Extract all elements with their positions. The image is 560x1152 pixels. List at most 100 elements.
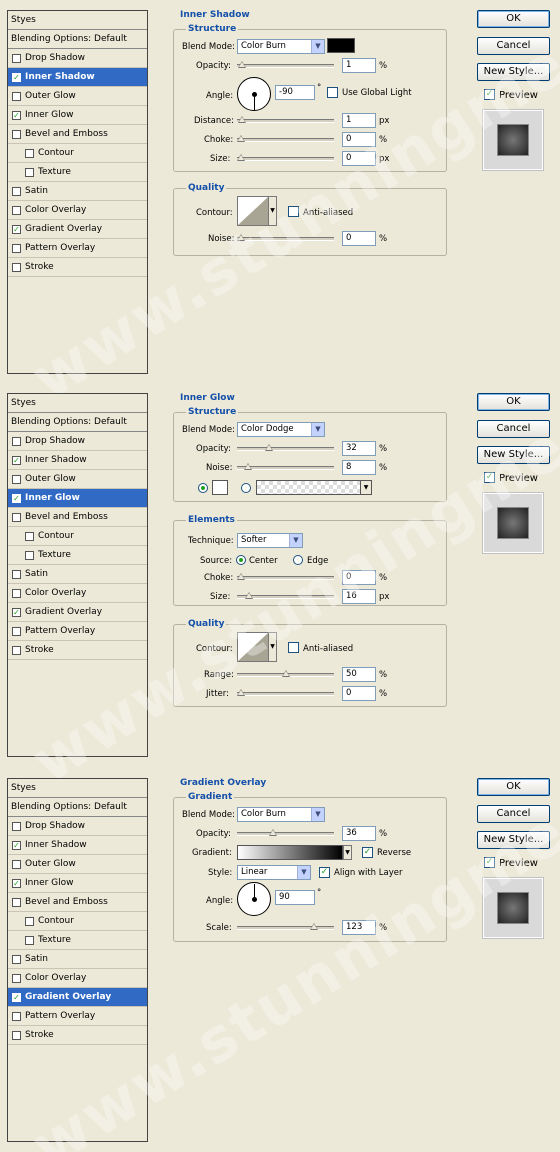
glow-color-swatch[interactable]	[212, 480, 228, 495]
checkbox-checked[interactable]: ✓	[12, 494, 21, 503]
style-item-color-overlay[interactable]: Color Overlay	[8, 969, 147, 988]
checkbox-checked[interactable]: ✓	[12, 841, 21, 850]
checkbox-checked[interactable]: ✓	[12, 608, 21, 617]
opacity-slider[interactable]	[237, 444, 334, 451]
style-item-texture[interactable]: Texture	[8, 163, 147, 182]
scale-slider[interactable]	[237, 923, 334, 930]
preview-checkbox[interactable]: ✓	[484, 857, 495, 868]
noise-input[interactable]: 0	[342, 231, 376, 246]
ok-button[interactable]: OK	[477, 778, 550, 796]
checkbox[interactable]	[12, 244, 21, 253]
style-item-satin[interactable]: Satin	[8, 182, 147, 201]
style-item-gradient-overlay[interactable]: ✓ Gradient Overlay	[8, 603, 147, 622]
distance-slider[interactable]	[237, 116, 334, 123]
chevron-down-icon[interactable]: ▼	[268, 632, 277, 662]
style-item-satin[interactable]: Satin	[8, 565, 147, 584]
slider-thumb[interactable]	[237, 573, 245, 580]
slider-thumb[interactable]	[245, 592, 253, 599]
angle-dial[interactable]	[237, 882, 271, 916]
blend-mode-select[interactable]: Color Burn ▼	[237, 807, 325, 822]
slider-thumb[interactable]	[238, 116, 246, 123]
size-slider[interactable]	[237, 154, 334, 161]
style-item-inner-shadow[interactable]: ✓ Inner Shadow	[8, 68, 147, 87]
style-item-blending-options[interactable]: Blending Options: Default	[8, 30, 147, 49]
source-center-radio[interactable]	[236, 555, 246, 565]
slider-thumb[interactable]	[310, 923, 318, 930]
scale-input[interactable]: 123	[342, 920, 376, 935]
style-item-drop-shadow[interactable]: Drop Shadow	[8, 49, 147, 68]
opacity-input[interactable]: 36	[342, 826, 376, 841]
angle-dial[interactable]	[237, 77, 271, 111]
range-input[interactable]: 50	[342, 667, 376, 682]
checkbox[interactable]	[12, 860, 21, 869]
checkbox[interactable]	[25, 936, 34, 945]
style-item-stroke[interactable]: Stroke	[8, 1026, 147, 1045]
style-item-texture[interactable]: Texture	[8, 546, 147, 565]
checkbox[interactable]	[25, 551, 34, 560]
slider-thumb[interactable]	[269, 829, 277, 836]
preview-checkbox[interactable]: ✓	[484, 472, 495, 483]
jitter-input[interactable]: 0	[342, 686, 376, 701]
angle-input[interactable]: -90	[275, 85, 315, 100]
checkbox[interactable]	[25, 532, 34, 541]
checkbox-checked[interactable]: ✓	[12, 993, 21, 1002]
style-item-pattern-overlay[interactable]: Pattern Overlay	[8, 1007, 147, 1026]
style-item-bevel-emboss[interactable]: Bevel and Emboss	[8, 893, 147, 912]
opacity-slider[interactable]	[237, 829, 334, 836]
source-edge-radio[interactable]	[293, 555, 303, 565]
choke-slider[interactable]	[237, 135, 334, 142]
anti-aliased-checkbox[interactable]	[288, 642, 299, 653]
angle-input[interactable]: 90	[275, 890, 315, 905]
checkbox[interactable]	[12, 513, 21, 522]
style-item-outer-glow[interactable]: Outer Glow	[8, 470, 147, 489]
checkbox[interactable]	[25, 917, 34, 926]
noise-slider[interactable]	[237, 463, 334, 470]
style-item-satin[interactable]: Satin	[8, 950, 147, 969]
checkbox[interactable]	[12, 475, 21, 484]
technique-select[interactable]: Softer ▼	[237, 533, 303, 548]
slider-thumb[interactable]	[237, 234, 245, 241]
style-item-inner-glow[interactable]: ✓ Inner Glow	[8, 489, 147, 508]
noise-slider[interactable]	[237, 234, 334, 241]
opacity-input[interactable]: 32	[342, 441, 376, 456]
checkbox[interactable]	[12, 206, 21, 215]
checkbox[interactable]	[12, 54, 21, 63]
style-item-inner-shadow[interactable]: ✓ Inner Shadow	[8, 836, 147, 855]
style-item-inner-shadow[interactable]: ✓ Inner Shadow	[8, 451, 147, 470]
slider-thumb[interactable]	[237, 135, 245, 142]
slider-thumb[interactable]	[237, 689, 245, 696]
checkbox[interactable]	[12, 627, 21, 636]
checkbox[interactable]	[12, 589, 21, 598]
checkbox[interactable]	[12, 570, 21, 579]
style-item-drop-shadow[interactable]: Drop Shadow	[8, 432, 147, 451]
style-item-bevel-emboss[interactable]: Bevel and Emboss	[8, 125, 147, 144]
new-style-button[interactable]: New Style...	[477, 63, 550, 81]
chevron-down-icon[interactable]: ▼	[268, 196, 277, 226]
use-global-light-checkbox[interactable]	[327, 87, 338, 98]
preview-checkbox[interactable]: ✓	[484, 89, 495, 100]
style-item-blending-options[interactable]: Blending Options: Default	[8, 798, 147, 817]
style-item-outer-glow[interactable]: Outer Glow	[8, 855, 147, 874]
checkbox[interactable]	[12, 1031, 21, 1040]
gradient-picker[interactable]	[237, 845, 343, 860]
slider-thumb[interactable]	[282, 670, 290, 677]
solid-color-radio[interactable]	[198, 483, 208, 493]
slider-thumb[interactable]	[265, 444, 273, 451]
slider-thumb[interactable]	[237, 154, 245, 161]
style-item-inner-glow[interactable]: ✓ Inner Glow	[8, 106, 147, 125]
checkbox[interactable]	[25, 149, 34, 158]
style-item-drop-shadow[interactable]: Drop Shadow	[8, 817, 147, 836]
style-item-stroke[interactable]: Stroke	[8, 258, 147, 277]
contour-thumbnail[interactable]	[237, 196, 269, 226]
gradient-radio[interactable]	[241, 483, 251, 493]
style-item-pattern-overlay[interactable]: Pattern Overlay	[8, 622, 147, 641]
checkbox[interactable]	[25, 168, 34, 177]
ok-button[interactable]: OK	[477, 10, 550, 28]
ok-button[interactable]: OK	[477, 393, 550, 411]
checkbox[interactable]	[12, 187, 21, 196]
slider-thumb[interactable]	[244, 463, 252, 470]
opacity-input[interactable]: 1	[342, 58, 376, 73]
align-with-layer-checkbox[interactable]: ✓	[319, 867, 330, 878]
opacity-slider[interactable]	[237, 61, 334, 68]
distance-input[interactable]: 1	[342, 113, 376, 128]
